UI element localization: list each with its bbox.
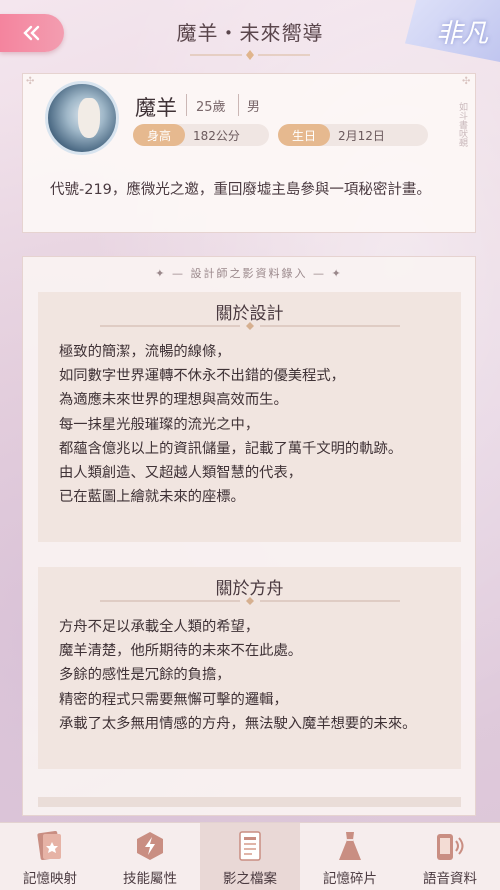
tab-label: 記憶映射 [23,871,77,887]
section-ornament [99,597,400,605]
game-logo: 非凡 [405,0,500,62]
profile-card: ✣ ✣ 魔羊 25歲 男 身高 182公分 生日 2月12日 如斗書吠覡 代號-… [22,73,476,233]
section-body: 方舟不足以承載全人類的希望， 魔羊清楚，他所期待的未來不在此處。 多餘的感性是冗… [59,619,417,732]
tab-voice-data[interactable]: 語音資料 [400,823,500,890]
panel-header: ✦ — 設計師之影資料錄入 — ✦ [23,265,475,281]
tab-label: 技能屬性 [123,871,177,887]
title-ornament [190,50,310,60]
top-bar: 魔羊・未來嚮導 非凡 [0,0,500,70]
section-ornament [99,322,400,330]
avatar [45,81,119,155]
document-icon [233,829,267,863]
tab-memory-mapping[interactable]: 記憶映射 [0,823,100,890]
character-name: 魔羊 [135,96,177,120]
corner-ornament: ✣ [26,76,35,87]
character-age: 25歲 [196,100,226,115]
file-panel[interactable]: ✦ — 設計師之影資料錄入 — ✦ 關於設計 極致的簡潔，流暢的線條， 如同數字… [22,256,476,816]
tab-label: 語音資料 [423,871,477,887]
section-about-ark: 關於方舟 方舟不足以承載全人類的希望， 魔羊清楚，他所期待的未來不在此處。 多餘… [38,567,461,769]
character-description: 代號-219，應微光之邀，重回廢墟主島參與一項秘密計畫。 [50,182,431,198]
header-ornament-right: — ✦ [313,267,343,280]
section-about-design: 關於設計 極致的簡潔，流暢的線條， 如同數字世界運轉不休永不出錯的優美程式， 為… [38,292,461,542]
corner-ornament: ✣ [462,76,471,87]
birthday-value: 2月12日 [338,128,385,143]
height-stat: 身高 182公分 [133,124,269,146]
divider [238,94,239,116]
next-section-edge [38,797,461,807]
birthday-stat: 生日 2月12日 [278,124,428,146]
tab-label: 記憶碎片 [323,871,377,887]
height-value: 182公分 [193,128,240,143]
dress-icon [333,829,367,863]
lightning-icon [133,829,167,863]
tab-memory-fragments[interactable]: 記憶碎片 [300,823,400,890]
character-gender: 男 [247,100,261,115]
section-title: 關於方舟 [215,579,284,599]
divider [186,94,187,116]
height-label: 身高 [133,124,186,146]
phone-audio-icon [433,829,467,863]
decorative-side-text: 如斗書吠覡 [457,102,467,147]
section-body: 極致的簡潔，流暢的線條， 如同數字世界運轉不休永不出錯的優美程式， 為適應未來世… [59,344,403,506]
header-ornament-left: ✦ — [155,267,191,280]
tab-label: 影之檔案 [223,871,277,887]
tab-skill-attributes[interactable]: 技能屬性 [100,823,200,890]
panel-header-text: 設計師之影資料錄入 [190,267,308,280]
memory-card-icon [33,829,67,863]
birthday-label: 生日 [278,124,331,146]
logo-text: 非凡 [435,18,488,49]
tab-shadow-file[interactable]: 影之檔案 [200,823,300,890]
section-title: 關於設計 [215,304,284,324]
bottom-tab-bar: 記憶映射 技能屬性 影之檔案 記憶碎片 語音資料 [0,822,500,890]
